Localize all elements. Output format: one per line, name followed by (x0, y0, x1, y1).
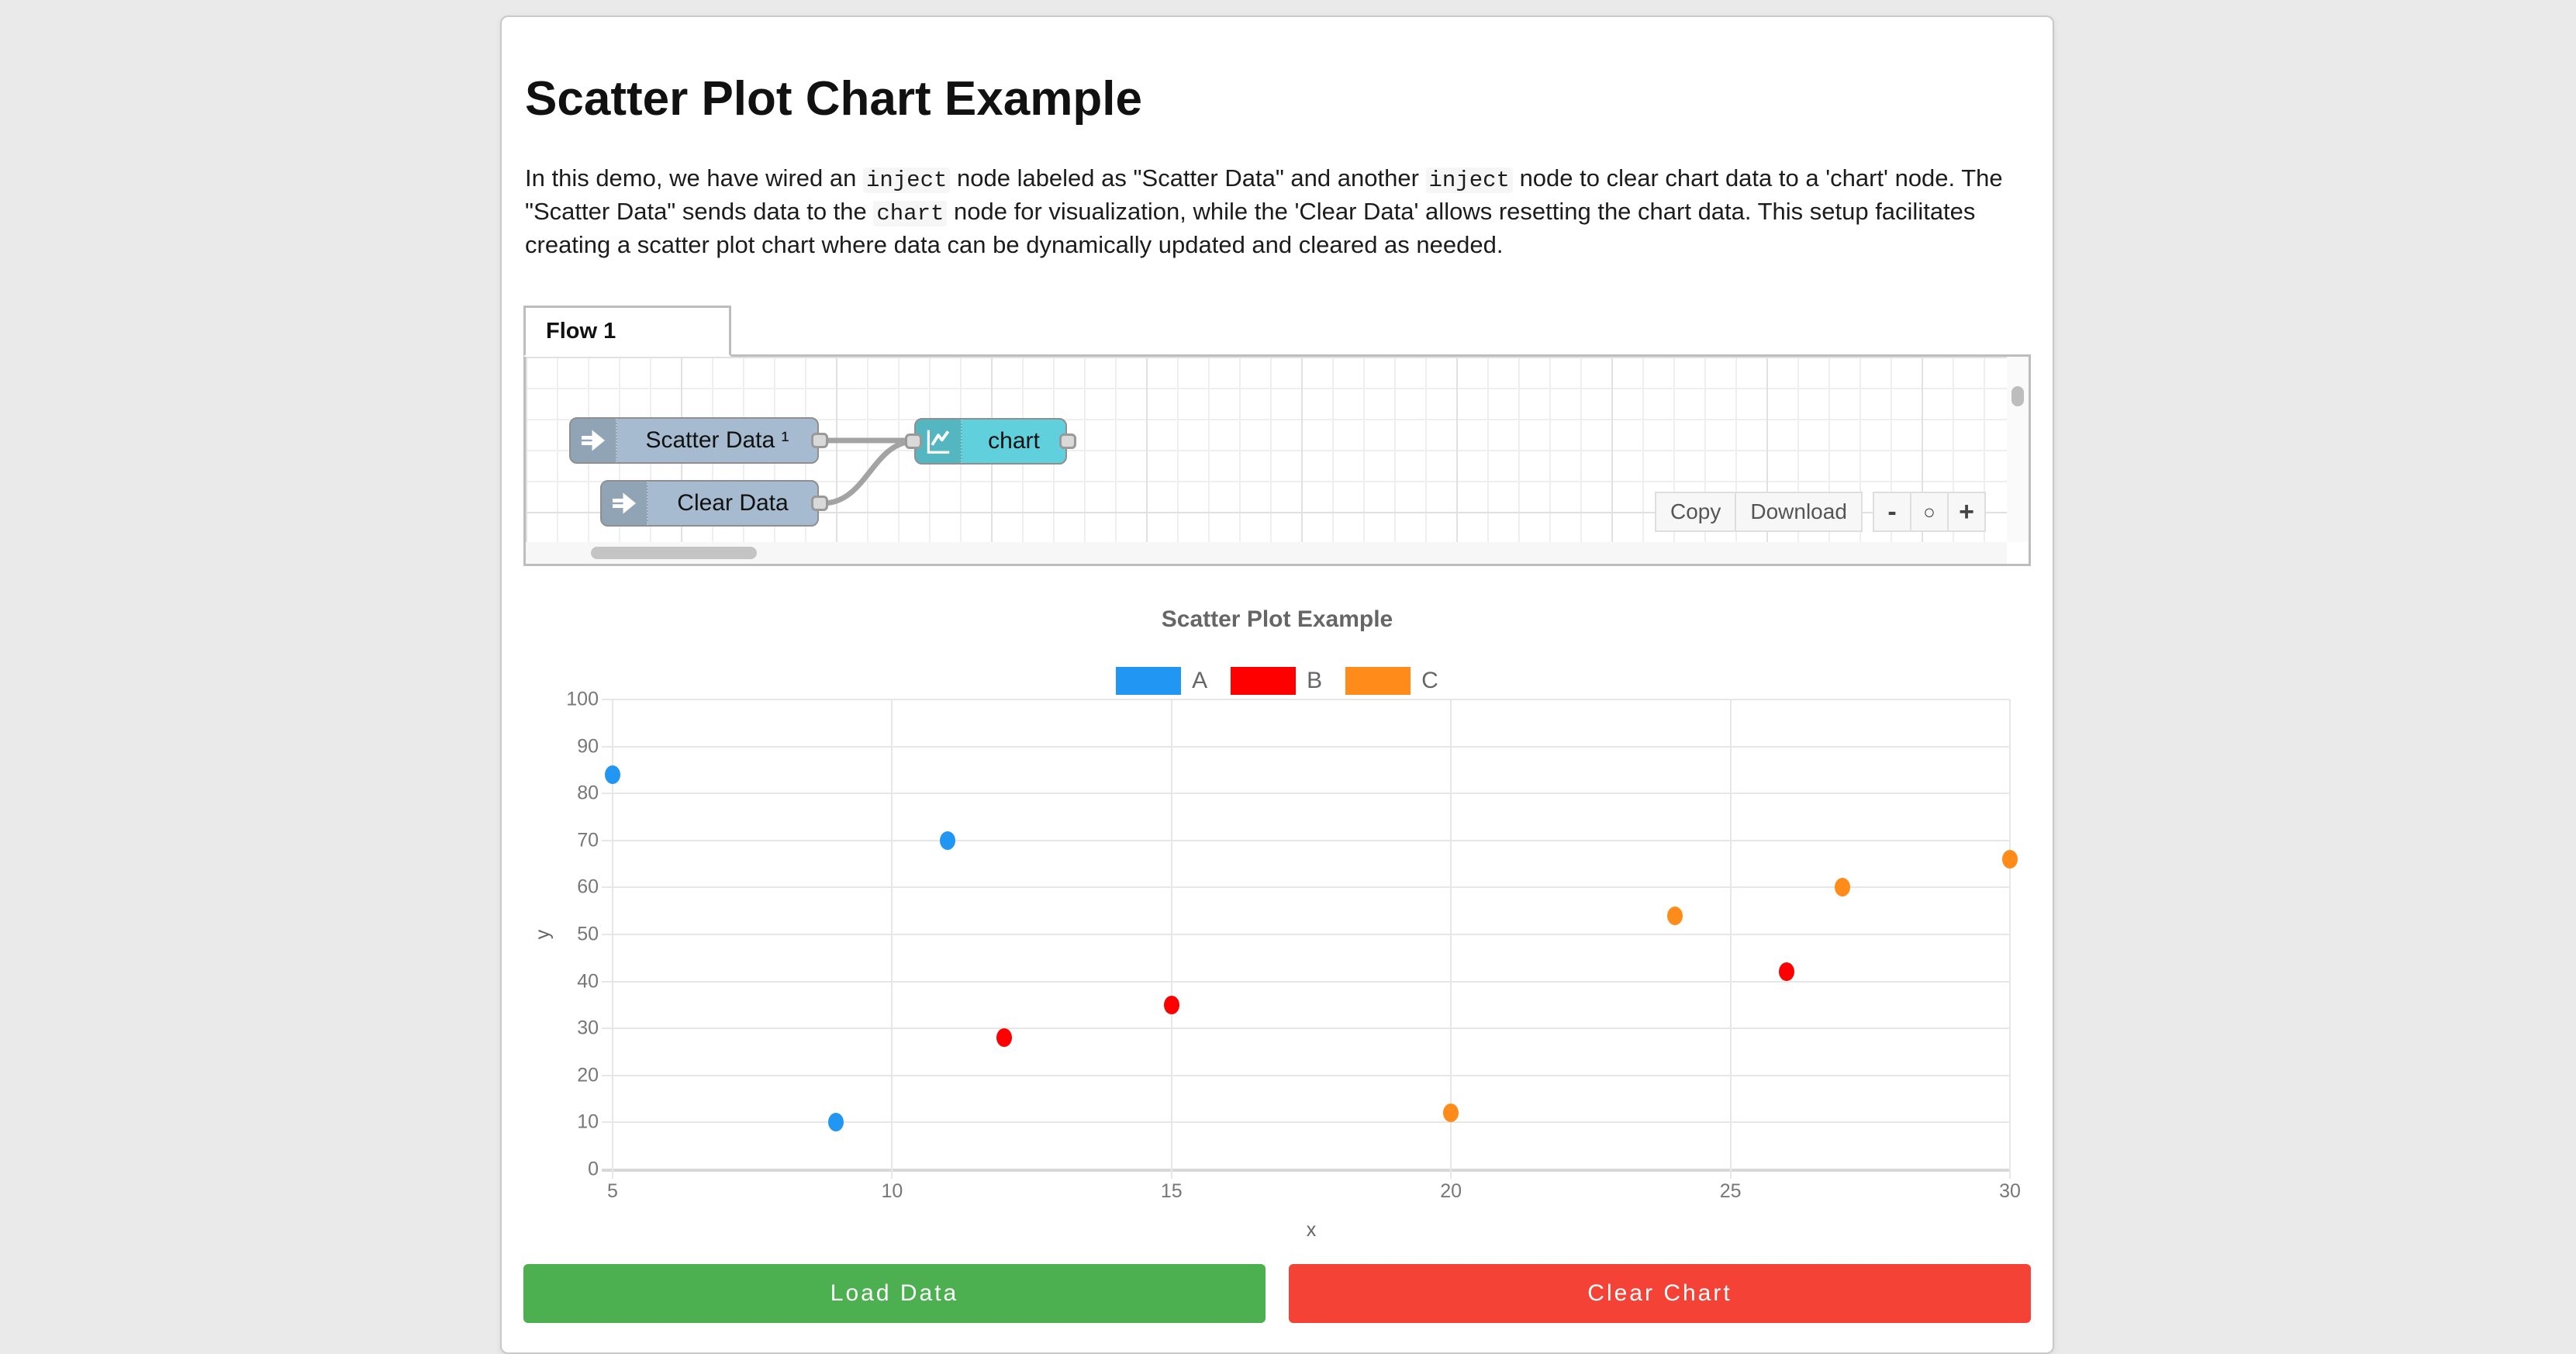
legend-swatch (1345, 667, 1411, 695)
output-port[interactable] (811, 433, 828, 448)
content-card: Scatter Plot Chart Example In this demo,… (500, 16, 2054, 1354)
legend-label: C (1421, 668, 1438, 694)
y-gridline (602, 699, 2010, 700)
line-chart-icon (916, 420, 962, 463)
y-gridline (602, 746, 2010, 748)
description: In this demo, we have wired an inject no… (525, 163, 2029, 261)
load-data-button[interactable]: Load Data (523, 1264, 1266, 1323)
copy-button[interactable]: Copy (1655, 492, 1736, 532)
y-tick-label: 20 (577, 1064, 599, 1086)
y-tick-label: 40 (577, 970, 599, 993)
inline-code: chart (873, 201, 947, 226)
x-tick-label: 25 (1720, 1180, 1742, 1203)
legend-item[interactable]: C (1345, 667, 1438, 695)
x-gridline (891, 699, 893, 1179)
x-gridline (1730, 699, 1732, 1179)
flow-editor: Flow 1 Scatter Data ¹ (523, 306, 2031, 566)
node-label: Scatter Data ¹ (617, 427, 817, 454)
data-point (940, 831, 955, 850)
x-axis-label: x (1307, 1219, 1317, 1242)
data-point (2002, 850, 2018, 869)
vertical-scrollbar[interactable] (2007, 357, 2029, 542)
output-port[interactable] (811, 496, 828, 511)
data-point (1779, 962, 1794, 981)
zoom-out-button[interactable]: - (1873, 492, 1911, 532)
text-segment: node labeled as "Scatter Data" and anoth… (950, 164, 1425, 192)
node-label: Clear Data (648, 490, 817, 516)
data-point (1835, 878, 1850, 896)
legend-item[interactable]: B (1231, 667, 1322, 695)
flow-toolbar: Copy Download (1655, 492, 1863, 532)
legend-label: B (1307, 668, 1322, 694)
flow-canvas[interactable]: Scatter Data ¹ Clear Data (523, 354, 2031, 566)
horizontal-scrollbar-thumb[interactable] (591, 547, 757, 559)
x-tick-label: 20 (1440, 1180, 1462, 1203)
data-point (605, 765, 620, 784)
y-tick-label: 70 (577, 829, 599, 851)
x-tick-label: 10 (881, 1180, 903, 1203)
horizontal-scrollbar[interactable] (526, 542, 2007, 564)
data-point (1164, 996, 1179, 1014)
flow-tab-label: Flow 1 (546, 319, 616, 344)
y-gridline (602, 886, 2010, 888)
tab-flow-1[interactable]: Flow 1 (523, 306, 731, 357)
data-point (828, 1113, 844, 1131)
y-tick-label: 50 (577, 924, 599, 946)
zoom-controls: - ○ + (1873, 492, 1986, 532)
y-gridline (602, 1169, 2010, 1172)
chart-legend: A B C (523, 667, 2031, 695)
clear-chart-button[interactable]: Clear Chart (1289, 1264, 2031, 1323)
plot-area: y x 010203040506070809010051015202530 (613, 699, 2010, 1169)
node-scatter[interactable]: Scatter Data ¹ (569, 417, 819, 464)
y-gridline (602, 840, 2010, 841)
y-gridline (602, 1075, 2010, 1076)
y-axis-label: y (532, 930, 554, 940)
inline-code: inject (863, 168, 950, 193)
y-gridline (602, 1028, 2010, 1029)
x-gridline (2009, 699, 2011, 1179)
inject-arrow-icon (571, 419, 617, 462)
legend-swatch (1116, 667, 1181, 695)
download-button[interactable]: Download (1735, 492, 1863, 532)
legend-label: A (1192, 668, 1207, 694)
data-point (1443, 1104, 1459, 1122)
x-tick-label: 30 (1999, 1180, 2021, 1203)
legend-item[interactable]: A (1116, 667, 1207, 695)
y-tick-label: 30 (577, 1017, 599, 1040)
wire-clear-to-chart (823, 441, 915, 503)
zoom-reset-button[interactable]: ○ (1910, 492, 1949, 532)
y-tick-label: 90 (577, 735, 599, 758)
scatter-chart: Scatter Plot Example ABC y x 01020304050… (523, 600, 2031, 1272)
y-gridline (602, 934, 2010, 935)
text-segment: In this demo, we have wired an (525, 164, 863, 192)
input-port[interactable] (905, 433, 922, 449)
zoom-in-button[interactable]: + (1947, 492, 1986, 532)
chart-title: Scatter Plot Example (523, 606, 2031, 633)
node-clear[interactable]: Clear Data (600, 480, 819, 527)
page-title: Scatter Plot Chart Example (525, 71, 1142, 126)
node-label: chart (962, 428, 1065, 454)
output-port[interactable] (1059, 433, 1076, 449)
data-point (1667, 907, 1683, 925)
y-tick-label: 80 (577, 782, 599, 805)
data-point (996, 1028, 1012, 1047)
inject-arrow-icon (602, 482, 648, 525)
y-gridline (602, 981, 2010, 983)
x-tick-label: 15 (1161, 1180, 1183, 1203)
y-tick-label: 100 (566, 689, 599, 711)
x-gridline (1171, 699, 1172, 1179)
action-buttons: Load Data Clear Chart (523, 1264, 2031, 1323)
node-chart[interactable]: chart (914, 418, 1067, 465)
y-gridline (602, 793, 2010, 794)
y-tick-label: 10 (577, 1111, 599, 1134)
y-tick-label: 0 (588, 1159, 599, 1181)
legend-swatch (1231, 667, 1296, 695)
vertical-scrollbar-thumb[interactable] (2011, 386, 2024, 406)
y-gridline (602, 1121, 2010, 1123)
inline-code: inject (1426, 168, 1513, 193)
y-tick-label: 60 (577, 876, 599, 899)
x-tick-label: 5 (607, 1180, 618, 1203)
